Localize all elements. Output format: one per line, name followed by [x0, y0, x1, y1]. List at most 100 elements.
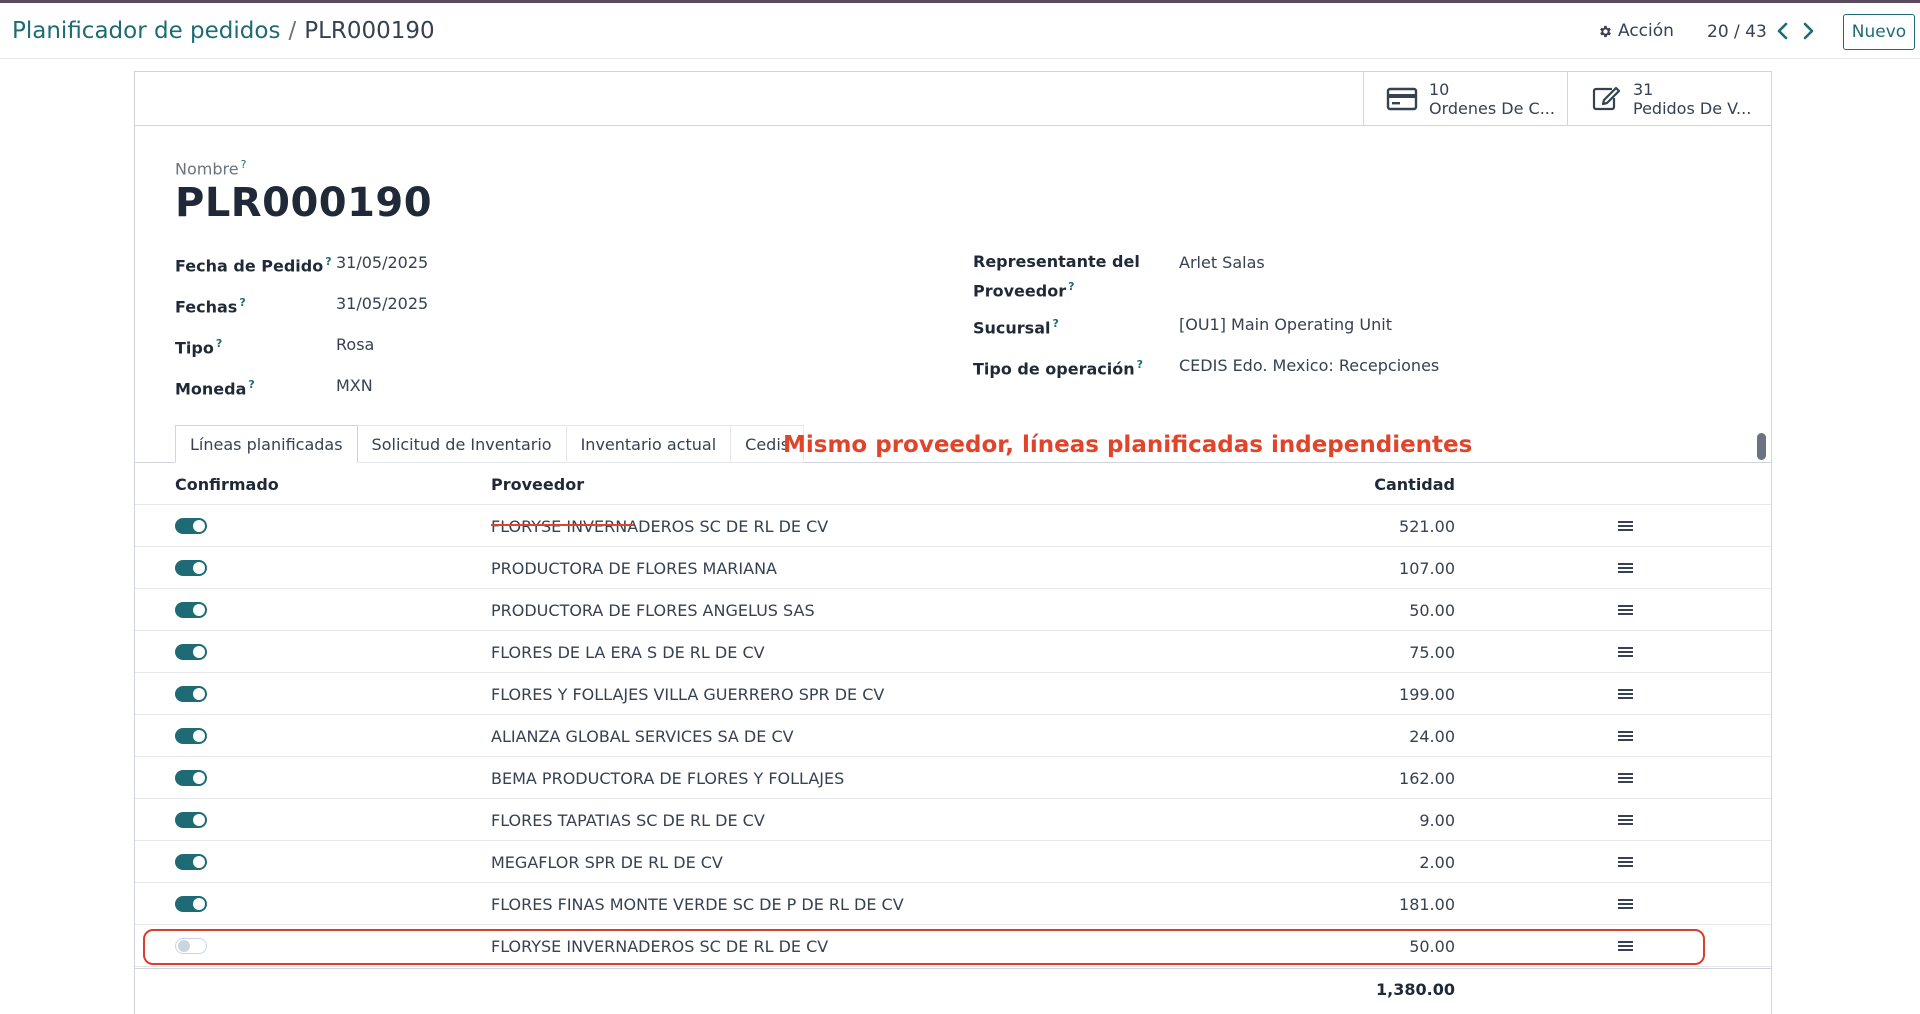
- vendor-cell[interactable]: ALIANZA GLOBAL SERVICES SA DE CV: [491, 727, 794, 746]
- table-row[interactable]: PRODUCTORA DE FLORES MARIANA 107.00: [135, 547, 1771, 589]
- confirmed-toggle[interactable]: [175, 812, 207, 828]
- quantity-cell[interactable]: 75.00: [1409, 643, 1455, 662]
- drag-handle-icon[interactable]: [1618, 813, 1633, 827]
- new-button[interactable]: Nuevo: [1843, 14, 1915, 50]
- edit-icon: [1592, 86, 1621, 111]
- table-row[interactable]: FLORYSE INVERNADEROS SC DE RL DE CV 50.00: [135, 925, 1771, 967]
- drag-handle-icon[interactable]: [1618, 687, 1633, 701]
- confirmed-toggle[interactable]: [175, 686, 207, 702]
- vendor-cell[interactable]: PRODUCTORA DE FLORES ANGELUS SAS: [491, 601, 815, 620]
- table-row[interactable]: FLORYSE INVERNADEROS SC DE RL DE CV 521.0…: [135, 505, 1771, 547]
- table-row[interactable]: FLORES Y FOLLAJES VILLA GUERRERO SPR DE …: [135, 673, 1771, 715]
- sales-orders-count: 31: [1633, 80, 1654, 99]
- confirmed-toggle[interactable]: [175, 602, 207, 618]
- drag-handle-icon[interactable]: [1618, 855, 1633, 869]
- confirmed-toggle[interactable]: [175, 938, 207, 954]
- table-row[interactable]: MEGAFLOR SPR DE RL DE CV 2.00: [135, 841, 1771, 883]
- drag-handle-icon[interactable]: [1618, 729, 1633, 743]
- drag-handle-icon[interactable]: [1618, 939, 1633, 953]
- drag-handle-icon[interactable]: [1618, 897, 1633, 911]
- drag-handle-icon[interactable]: [1618, 645, 1633, 659]
- help-tooltip-icon[interactable]: ?: [1068, 280, 1074, 293]
- vendor-cell[interactable]: BEMA PRODUCTORA DE FLORES Y FOLLAJES: [491, 769, 844, 788]
- help-tooltip-icon[interactable]: ?: [248, 378, 254, 391]
- vendor-representative-value[interactable]: Arlet Salas: [1179, 253, 1265, 272]
- tab-current-inventory[interactable]: Inventario actual: [566, 425, 732, 463]
- toggle-knob: [193, 814, 205, 826]
- quantity-cell[interactable]: 199.00: [1399, 685, 1455, 704]
- drag-handle-icon[interactable]: [1618, 519, 1633, 533]
- table-row[interactable]: ALIANZA GLOBAL SERVICES SA DE CV 24.00: [135, 715, 1771, 757]
- column-header-quantity[interactable]: Cantidad: [1374, 475, 1455, 494]
- help-tooltip-icon[interactable]: ?: [239, 296, 245, 309]
- quantity-cell[interactable]: 9.00: [1419, 811, 1455, 830]
- vendor-cell[interactable]: PRODUCTORA DE FLORES MARIANA: [491, 559, 777, 578]
- quantity-cell[interactable]: 162.00: [1399, 769, 1455, 788]
- currency-label: Moneda?: [175, 378, 255, 399]
- vendor-cell[interactable]: FLORES Y FOLLAJES VILLA GUERRERO SPR DE …: [491, 685, 884, 704]
- branch-label: Sucursal?: [973, 317, 1059, 338]
- tab-planned-lines[interactable]: Líneas planificadas: [175, 425, 358, 463]
- order-date-value[interactable]: 31/05/2025: [336, 253, 428, 272]
- smart-button-box: 10 Ordenes De C... 31 Pedidos De V...: [135, 72, 1771, 126]
- sales-orders-smart-button[interactable]: 31 Pedidos De V...: [1567, 72, 1771, 126]
- gear-icon: [1600, 25, 1611, 37]
- confirmed-toggle[interactable]: [175, 518, 207, 534]
- vendor-cell[interactable]: FLORYSE INVERNADEROS SC DE RL DE CV: [491, 517, 828, 536]
- column-header-vendor[interactable]: Proveedor: [491, 475, 584, 494]
- drag-handle-icon[interactable]: [1618, 603, 1633, 617]
- operation-type-value[interactable]: CEDIS Edo. Mexico: Recepciones: [1179, 356, 1439, 375]
- confirmed-toggle[interactable]: [175, 854, 207, 870]
- quantity-cell[interactable]: 181.00: [1399, 895, 1455, 914]
- quantity-cell[interactable]: 107.00: [1399, 559, 1455, 578]
- quantity-cell[interactable]: 2.00: [1419, 853, 1455, 872]
- currency-value[interactable]: MXN: [336, 376, 373, 395]
- help-tooltip-icon[interactable]: ?: [216, 337, 222, 350]
- table-row[interactable]: FLORES TAPATIAS SC DE RL DE CV 9.00: [135, 799, 1771, 841]
- confirmed-toggle[interactable]: [175, 644, 207, 660]
- confirmed-toggle[interactable]: [175, 560, 207, 576]
- toggle-knob: [193, 604, 205, 616]
- help-tooltip-icon[interactable]: ?: [1137, 358, 1143, 371]
- vendor-cell[interactable]: FLORES DE LA ERA S DE RL DE CV: [491, 643, 765, 662]
- table-row[interactable]: BEMA PRODUCTORA DE FLORES Y FOLLAJES 162.…: [135, 757, 1771, 799]
- form-sheet: 10 Ordenes De C... 31 Pedidos De V... No…: [134, 71, 1772, 1014]
- pager-value[interactable]: 20 / 43: [1707, 22, 1767, 42]
- table-row[interactable]: PRODUCTORA DE FLORES ANGELUS SAS 50.00: [135, 589, 1771, 631]
- chevron-right-icon[interactable]: [1799, 20, 1817, 42]
- breadcrumb-current: PLR000190: [304, 18, 435, 44]
- confirmed-toggle[interactable]: [175, 728, 207, 744]
- table-row[interactable]: FLORES DE LA ERA S DE RL DE CV 75.00: [135, 631, 1771, 673]
- purchase-orders-smart-button[interactable]: 10 Ordenes De C...: [1363, 72, 1567, 126]
- breadcrumb-parent-link[interactable]: Planificador de pedidos: [12, 18, 280, 44]
- quantity-cell[interactable]: 50.00: [1409, 601, 1455, 620]
- branch-value[interactable]: [OU1] Main Operating Unit: [1179, 315, 1392, 334]
- action-menu-button[interactable]: Acción: [1598, 21, 1674, 41]
- vendor-cell[interactable]: FLORES FINAS MONTE VERDE SC DE P DE RL D…: [491, 895, 904, 914]
- table-row[interactable]: FLORES FINAS MONTE VERDE SC DE P DE RL D…: [135, 883, 1771, 925]
- vendor-cell[interactable]: MEGAFLOR SPR DE RL DE CV: [491, 853, 723, 872]
- name-field-label: Nombre?: [175, 158, 247, 179]
- vendor-cell[interactable]: FLORES TAPATIAS SC DE RL DE CV: [491, 811, 765, 830]
- drag-handle-icon[interactable]: [1618, 771, 1633, 785]
- quantity-cell[interactable]: 521.00: [1399, 517, 1455, 536]
- type-value[interactable]: Rosa: [336, 335, 374, 354]
- dates-value[interactable]: 31/05/2025: [336, 294, 428, 313]
- confirmed-toggle[interactable]: [175, 896, 207, 912]
- help-tooltip-icon[interactable]: ?: [1052, 317, 1058, 330]
- help-tooltip-icon[interactable]: ?: [325, 255, 331, 268]
- vendor-cell[interactable]: FLORYSE INVERNADEROS SC DE RL DE CV: [491, 937, 828, 956]
- operation-type-label: Tipo de operación?: [973, 358, 1144, 379]
- order-date-label: Fecha de Pedido?: [175, 255, 332, 276]
- help-tooltip-icon[interactable]: ?: [241, 158, 247, 171]
- column-header-confirmed[interactable]: Confirmado: [175, 475, 279, 494]
- confirmed-toggle[interactable]: [175, 770, 207, 786]
- scrollbar-thumb[interactable]: [1757, 433, 1766, 460]
- quantity-cell[interactable]: 50.00: [1409, 937, 1455, 956]
- drag-handle-icon[interactable]: [1618, 561, 1633, 575]
- type-label: Tipo?: [175, 337, 223, 358]
- tab-inventory-request[interactable]: Solicitud de Inventario: [357, 425, 567, 463]
- chevron-left-icon[interactable]: [1774, 20, 1792, 42]
- quantity-cell[interactable]: 24.00: [1409, 727, 1455, 746]
- record-title[interactable]: PLR000190: [175, 180, 432, 226]
